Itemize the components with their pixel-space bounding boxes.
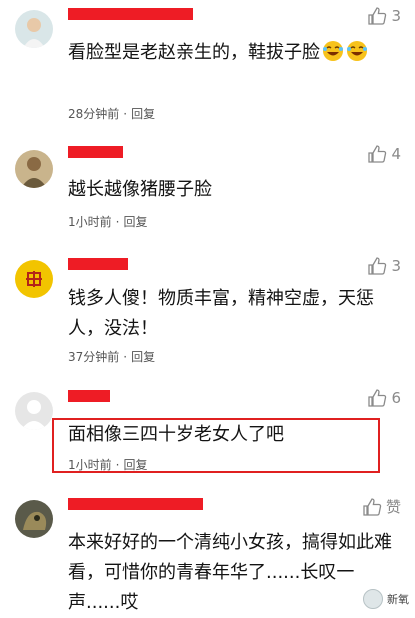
like-button[interactable]: 3 xyxy=(367,6,401,26)
comment-item: 4 越长越像猪腰子脸 1小时前 · 回复 xyxy=(0,144,415,244)
avatar[interactable] xyxy=(15,260,53,298)
like-count: 3 xyxy=(391,7,401,25)
comment-item: 6 面相像三四十岁老女人了吧 1小时前 · 回复 xyxy=(0,388,415,483)
comment-item: 赞 本来好好的一个清纯小女孩，搞得如此难看，可惜你的青春年华了......长叹一… xyxy=(0,496,415,615)
comment-time: 1小时前 xyxy=(68,215,112,229)
comment-meta: 1小时前 · 回复 xyxy=(68,213,147,230)
meta-separator: · xyxy=(115,215,120,229)
comment-text: 面相像三四十岁老女人了吧 xyxy=(68,424,284,445)
thumbs-up-icon xyxy=(368,145,387,163)
like-count: 4 xyxy=(391,145,401,163)
comment-text: 钱多人傻！物质丰富，精神空虚，天惩人，没法！ xyxy=(68,288,374,339)
thumbs-up-icon xyxy=(368,389,387,407)
like-button[interactable]: 3 xyxy=(367,256,401,276)
avatar[interactable] xyxy=(15,150,53,188)
watermark: 新氧 xyxy=(363,589,409,609)
username-redacted xyxy=(68,390,110,402)
reply-link[interactable]: 回复 xyxy=(123,458,147,472)
thumbs-up-icon xyxy=(368,7,387,25)
like-button[interactable]: 4 xyxy=(367,144,401,164)
avatar[interactable] xyxy=(15,500,53,538)
meta-separator: · xyxy=(123,350,128,364)
laughing-emoji-icon xyxy=(347,41,367,61)
reply-link[interactable]: 回复 xyxy=(123,215,147,229)
comment-text: 看脸型是老赵亲生的，鞋拔子脸 xyxy=(68,38,398,68)
watermark-logo-icon xyxy=(363,589,383,609)
like-count: 3 xyxy=(391,257,401,275)
like-button[interactable]: 赞 xyxy=(362,496,401,517)
username-redacted xyxy=(68,8,193,20)
username-redacted xyxy=(68,258,128,270)
avatar[interactable] xyxy=(15,10,53,48)
username-redacted xyxy=(68,146,123,158)
comment-time: 1小时前 xyxy=(68,458,112,472)
like-label: 赞 xyxy=(385,498,401,516)
comment-time: 37分钟前 xyxy=(68,350,120,364)
comment-meta: 37分钟前 · 回复 xyxy=(68,348,155,365)
comment-time: 28分钟前 xyxy=(68,107,120,121)
comment-item: 3 看脸型是老赵亲生的，鞋拔子脸 28分钟前 · 回复 xyxy=(0,6,415,126)
avatar[interactable] xyxy=(15,392,53,430)
like-button[interactable]: 6 xyxy=(367,388,401,408)
thumbs-up-icon xyxy=(363,497,382,516)
meta-separator: · xyxy=(123,107,128,121)
reply-link[interactable]: 回复 xyxy=(131,350,155,364)
like-count: 6 xyxy=(391,389,401,407)
comment-text: 越长越像猪腰子脸 xyxy=(68,179,212,200)
comment-meta: 28分钟前 · 回复 xyxy=(68,105,155,122)
username-redacted xyxy=(68,498,203,510)
comment-meta: 1小时前 · 回复 xyxy=(68,456,147,473)
meta-separator: · xyxy=(115,458,120,472)
laughing-emoji-icon xyxy=(323,41,343,61)
reply-link[interactable]: 回复 xyxy=(131,107,155,121)
comment-item: 3 钱多人傻！物质丰富，精神空虚，天惩人，没法！ 37分钟前 · 回复 xyxy=(0,256,415,376)
thumbs-up-icon xyxy=(368,257,387,275)
watermark-text: 新氧 xyxy=(387,593,409,606)
comment-text: 本来好好的一个清纯小女孩，搞得如此难看，可惜你的青春年华了......长叹一声.… xyxy=(68,532,392,613)
